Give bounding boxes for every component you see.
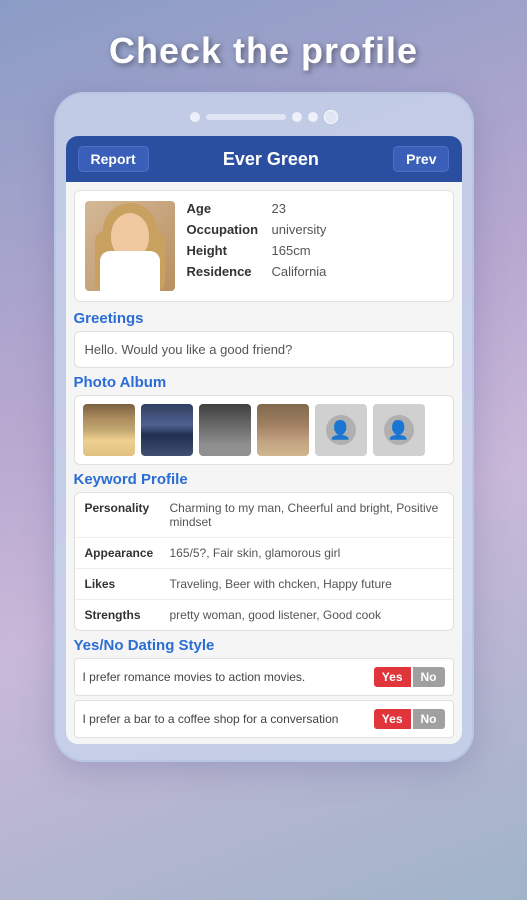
yesno-section: I prefer romance movies to action movies…: [74, 658, 454, 738]
photo-2-inner: [141, 404, 193, 456]
yesno-title: Yes/No Dating Style: [74, 637, 454, 654]
age-row: Age 23: [187, 201, 443, 216]
residence-row: Residence California: [187, 264, 443, 279]
yesno-row1-yes[interactable]: Yes: [374, 667, 411, 687]
photo-album: 👤 👤: [74, 395, 454, 465]
keyword-profile-title: Keyword Profile: [74, 471, 454, 488]
occupation-row: Occupation university: [187, 222, 443, 237]
yesno-row2-btns: Yes No: [374, 709, 445, 729]
height-row: Height 165cm: [187, 243, 443, 258]
occupation-label: Occupation: [187, 222, 272, 237]
yesno-row1-no[interactable]: No: [413, 667, 445, 687]
height-value: 165cm: [272, 243, 311, 258]
phone-dots-row: [66, 110, 462, 124]
yesno-row1-text: I prefer romance movies to action movies…: [83, 670, 374, 684]
photo-1[interactable]: [83, 404, 135, 456]
photo-4-inner: [257, 404, 309, 456]
strengths-label: Strengths: [85, 608, 170, 622]
photo-1-inner: [83, 404, 135, 456]
person-icon-1: 👤: [326, 415, 356, 445]
yesno-row-2: I prefer a bar to a coffee shop for a co…: [74, 700, 454, 738]
keyword-profile-box: Personality Charming to my man, Cheerful…: [74, 492, 454, 631]
greetings-text: Hello. Would you like a good friend?: [74, 331, 454, 368]
page-title: Check the profile: [0, 30, 527, 72]
photo-5-empty: 👤: [315, 404, 367, 456]
avatar: [85, 201, 175, 291]
age-value: 23: [272, 201, 286, 216]
yesno-row2-no[interactable]: No: [413, 709, 445, 729]
dot-large: [324, 110, 338, 124]
photo-4[interactable]: [257, 404, 309, 456]
yesno-row2-text: I prefer a bar to a coffee shop for a co…: [83, 712, 374, 726]
occupation-value: university: [272, 222, 327, 237]
yesno-row-1: I prefer romance movies to action movies…: [74, 658, 454, 696]
keyword-likes-row: Likes Traveling, Beer with chcken, Happy…: [75, 569, 453, 600]
phone-frame: Report Ever Green Prev Age 23 Oc: [54, 92, 474, 762]
person-icon-2: 👤: [384, 415, 414, 445]
residence-value: California: [272, 264, 327, 279]
dot-2: [292, 112, 302, 122]
dot-3: [308, 112, 318, 122]
appearance-value: 165/5?, Fair skin, glamorous girl: [170, 546, 443, 560]
photo-3-inner: [199, 404, 251, 456]
greetings-title: Greetings: [74, 310, 454, 327]
yesno-row1-btns: Yes No: [374, 667, 445, 687]
dot-bar: [206, 114, 286, 120]
dot-1: [190, 112, 200, 122]
personality-label: Personality: [85, 501, 170, 515]
photo-3[interactable]: [199, 404, 251, 456]
keyword-strengths-row: Strengths pretty woman, good listener, G…: [75, 600, 453, 630]
profile-name: Ever Green: [223, 149, 319, 170]
profile-section: Age 23 Occupation university Height 165c…: [74, 190, 454, 302]
age-label: Age: [187, 201, 272, 216]
strengths-value: pretty woman, good listener, Good cook: [170, 608, 443, 622]
height-label: Height: [187, 243, 272, 258]
likes-label: Likes: [85, 577, 170, 591]
photo-album-title: Photo Album: [74, 374, 454, 391]
appearance-label: Appearance: [85, 546, 170, 560]
keyword-personality-row: Personality Charming to my man, Cheerful…: [75, 493, 453, 538]
photo-6-empty: 👤: [373, 404, 425, 456]
screen: Report Ever Green Prev Age 23 Oc: [66, 136, 462, 744]
yesno-row2-yes[interactable]: Yes: [374, 709, 411, 729]
keyword-appearance-row: Appearance 165/5?, Fair skin, glamorous …: [75, 538, 453, 569]
avatar-body: [100, 251, 160, 291]
residence-label: Residence: [187, 264, 272, 279]
avatar-silhouette: [85, 201, 175, 291]
prev-button[interactable]: Prev: [393, 146, 449, 172]
report-button[interactable]: Report: [78, 146, 149, 172]
personality-value: Charming to my man, Cheerful and bright,…: [170, 501, 443, 529]
photo-2[interactable]: [141, 404, 193, 456]
header-bar: Report Ever Green Prev: [66, 136, 462, 182]
profile-info: Age 23 Occupation university Height 165c…: [187, 201, 443, 291]
likes-value: Traveling, Beer with chcken, Happy futur…: [170, 577, 443, 591]
